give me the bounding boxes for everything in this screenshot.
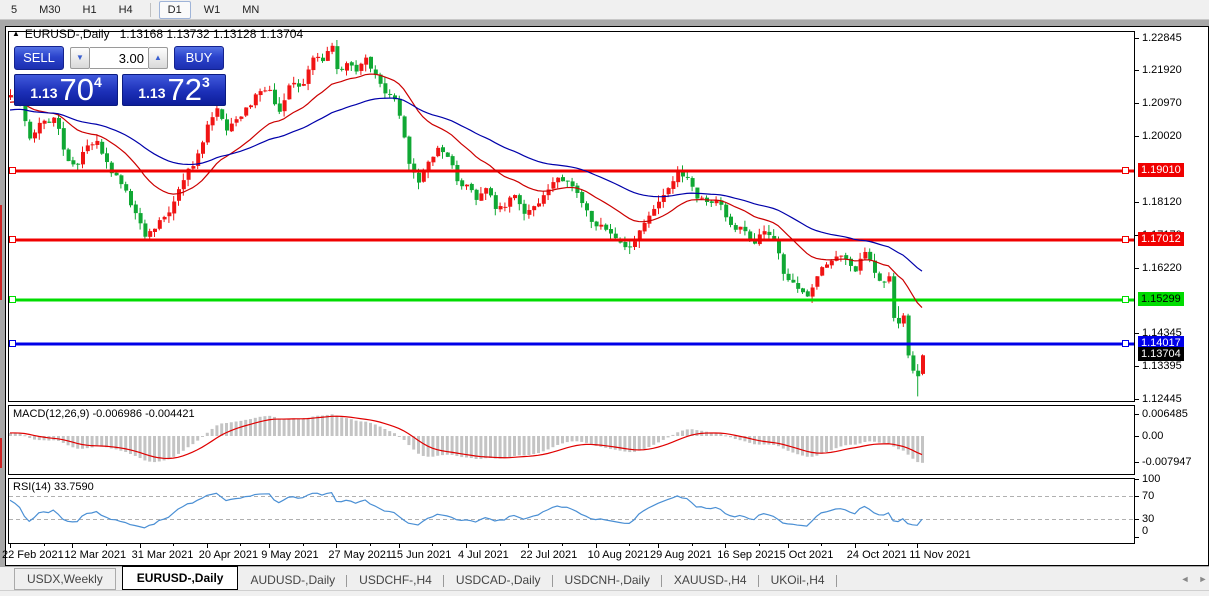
chart-ohlc-values: 1.13168 1.13732 1.13128 1.13704 xyxy=(120,27,304,41)
date-axis-label: 15 Jun 2021 xyxy=(391,549,452,561)
rsi-axis-label: 30 xyxy=(1142,513,1154,525)
sell-price-display[interactable]: 1.13 70 4 xyxy=(14,74,118,106)
price-tick-label: 1.20970 xyxy=(1142,97,1182,109)
date-axis-label: 10 Aug 2021 xyxy=(588,549,650,561)
macd-axis-label: -0.007947 xyxy=(1142,456,1192,468)
buy-price-prefix: 1.13 xyxy=(138,85,165,101)
price-tick-label: 1.18120 xyxy=(1142,196,1182,208)
date-axis-label: 11 Nov 2021 xyxy=(909,549,971,561)
buy-price-pip-digit: 3 xyxy=(202,74,210,90)
price-line-label: 1.17012 xyxy=(1138,232,1184,246)
collapse-panel-icon[interactable]: ▲ xyxy=(12,29,20,38)
rsi-indicator-label: RSI(14) 33.7590 xyxy=(13,481,94,493)
buy-button[interactable]: BUY xyxy=(174,46,224,70)
app-screen: 5 M30 H1 H4 D1 W1 MN ▲EURUSD-,Daily1.131… xyxy=(0,0,1209,596)
price-tick-label: 1.16220 xyxy=(1142,262,1182,274)
date-axis-label: 27 May 2021 xyxy=(328,549,392,561)
price-line-label: 1.13704 xyxy=(1138,347,1184,361)
sell-button[interactable]: SELL xyxy=(14,46,64,70)
chart-symbol-label: EURUSD-,Daily xyxy=(25,27,110,41)
date-axis-label: 9 May 2021 xyxy=(261,549,318,561)
sell-price-pip-digit: 4 xyxy=(94,74,102,90)
rsi-axis-label: 100 xyxy=(1142,473,1160,485)
macd-axis-label: 0.00 xyxy=(1142,430,1163,442)
date-axis-label: 24 Oct 2021 xyxy=(847,549,907,561)
date-axis-label: 5 Oct 2021 xyxy=(780,549,834,561)
date-axis-label: 31 Mar 2021 xyxy=(132,549,194,561)
date-axis-label: 12 Mar 2021 xyxy=(64,549,126,561)
price-tick-label: 1.12445 xyxy=(1142,393,1182,405)
macd-axis-label: 0.006485 xyxy=(1142,408,1188,420)
date-axis-label: 22 Jul 2021 xyxy=(520,549,577,561)
one-click-trading-panel: SELL ▼ ▲ BUY 1.13 70 4 1.13 72 3 xyxy=(14,45,226,106)
date-axis-label: 4 Jul 2021 xyxy=(458,549,509,561)
buy-price-big-digits: 72 xyxy=(167,75,201,104)
buy-price-display[interactable]: 1.13 72 3 xyxy=(122,74,226,106)
price-tick-label: 1.21920 xyxy=(1142,64,1182,76)
volume-decrease-button[interactable]: ▼ xyxy=(70,47,90,69)
date-axis-label: 29 Aug 2021 xyxy=(650,549,712,561)
price-line-label: 1.19010 xyxy=(1138,163,1184,177)
price-tick-label: 1.13395 xyxy=(1142,360,1182,372)
date-axis-label: 20 Apr 2021 xyxy=(199,549,258,561)
sell-price-big-digits: 70 xyxy=(59,75,93,104)
price-line-label: 1.15299 xyxy=(1138,292,1184,306)
price-tick-label: 1.22845 xyxy=(1142,32,1182,44)
price-tick-label: 1.20020 xyxy=(1142,130,1182,142)
macd-indicator-label: MACD(12,26,9) -0.006986 -0.004421 xyxy=(13,408,195,420)
volume-increase-button[interactable]: ▲ xyxy=(148,47,168,69)
date-axis-label: 16 Sep 2021 xyxy=(717,549,779,561)
sell-price-prefix: 1.13 xyxy=(30,85,57,101)
volume-input[interactable] xyxy=(90,47,148,69)
chart-title: ▲ EURUSD-,Daily 1.13168 1.13732 1.13128 1.… xyxy=(12,27,303,41)
rsi-axis-label: 70 xyxy=(1142,490,1154,502)
rsi-axis-label: 0 xyxy=(1142,525,1148,537)
date-axis-label: 22 Feb 2021 xyxy=(2,549,64,561)
